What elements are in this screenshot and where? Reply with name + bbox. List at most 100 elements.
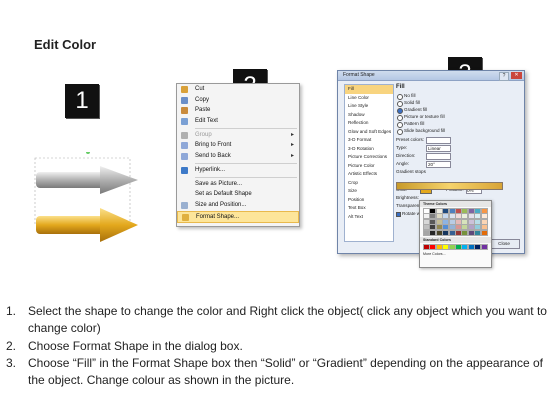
color-swatch[interactable] [461,213,469,220]
menu-item-paste[interactable]: Paste [177,105,299,116]
menu-item-send-to-back[interactable]: Send to Back ▸ [177,151,299,162]
color-swatch[interactable] [429,224,437,231]
color-swatch[interactable] [435,208,443,214]
color-swatch[interactable] [442,224,450,231]
menu-item-set-as-default-shape[interactable]: Set as Default Shape [177,189,299,200]
color-swatch[interactable] [461,243,469,250]
fill-option-pattern-fill[interactable]: Pattern fill [396,120,520,128]
category-text-box[interactable]: Text Box [345,204,393,213]
fill-option-slide-background-fill[interactable]: Slide background fill [396,127,520,135]
category-fill[interactable]: Fill [345,85,393,94]
field-input[interactable] [426,137,451,144]
color-swatch[interactable] [423,218,430,225]
category-3-d-format[interactable]: 3-D Format [345,136,393,145]
color-swatch[interactable] [461,229,469,236]
gray-arrow[interactable] [36,166,138,194]
menu-item-format-shape[interactable]: Format Shape... [177,210,299,224]
color-swatch[interactable] [423,208,430,214]
category-alt-text[interactable]: Alt Text [345,213,393,222]
color-swatch[interactable] [454,208,462,214]
color-swatch[interactable] [454,224,462,231]
color-swatch[interactable] [435,218,443,225]
color-swatch[interactable] [442,208,450,214]
color-swatch[interactable] [454,213,462,220]
gradient-bar[interactable] [396,182,503,190]
color-swatch[interactable] [429,229,437,236]
menu-item-edit-text[interactable]: Edit Text [177,116,299,127]
color-swatch[interactable] [474,218,482,225]
color-swatch[interactable] [461,208,469,214]
category-crop[interactable]: Crop [345,179,393,188]
menu-item-size-and-position[interactable]: Size and Position... [177,200,299,211]
rotate-handle[interactable] [86,152,90,154]
help-button[interactable]: ? [499,72,509,81]
color-swatch[interactable] [461,224,469,231]
color-swatch[interactable] [435,224,443,231]
color-swatch[interactable] [467,243,475,250]
category-shadow[interactable]: Shadow [345,111,393,120]
color-swatch[interactable] [454,243,462,250]
category-picture-corrections[interactable]: Picture Corrections [345,153,393,162]
category-line-color[interactable]: Line Color [345,94,393,103]
fill-option-gradient-fill[interactable]: Gradient fill [396,106,520,114]
color-swatch[interactable] [480,224,488,231]
color-swatch[interactable] [448,208,456,214]
category-picture-color[interactable]: Picture Color [345,162,393,171]
category-3-d-rotation[interactable]: 3-D Rotation [345,145,393,154]
color-swatch[interactable] [448,218,456,225]
dialog-close-button[interactable]: Close [488,239,520,249]
fill-option-picture-or-texture-fill[interactable]: Picture or texture fill [396,113,520,121]
color-swatch[interactable] [435,229,443,236]
menu-item-hyperlink[interactable]: Hyperlink... [177,165,299,176]
color-swatch[interactable] [480,218,488,225]
color-swatch[interactable] [435,213,443,220]
color-swatch[interactable] [461,218,469,225]
field-input[interactable] [426,153,451,160]
color-swatch[interactable] [423,229,430,236]
menu-item-cut[interactable]: Cut [177,84,299,95]
menu-item-save-as-picture[interactable]: Save as Picture... [177,179,299,190]
color-swatch[interactable] [448,224,456,231]
color-swatch[interactable] [480,243,488,250]
color-swatch[interactable] [480,213,488,220]
color-swatch[interactable] [474,208,482,214]
category-position[interactable]: Position [345,196,393,205]
color-swatch[interactable] [435,243,443,250]
color-swatch[interactable] [467,229,475,236]
color-swatch[interactable] [429,208,437,214]
category-reflection[interactable]: Reflection [345,119,393,128]
fill-option-solid-fill[interactable]: Solid fill [396,99,520,107]
color-swatch[interactable] [442,213,450,220]
color-swatch[interactable] [474,243,482,250]
color-swatch[interactable] [423,224,430,231]
color-swatch[interactable] [442,218,450,225]
fill-option-no-fill[interactable]: No fill [396,92,520,100]
menu-item-copy[interactable]: Copy [177,95,299,106]
field-input[interactable]: 20° [426,161,451,168]
color-swatch[interactable] [442,243,450,250]
color-swatch[interactable] [454,218,462,225]
color-swatch[interactable] [442,229,450,236]
field-input[interactable]: Linear [426,145,451,152]
category-size[interactable]: Size [345,187,393,196]
color-swatch[interactable] [448,243,456,250]
color-swatch[interactable] [467,218,475,225]
color-swatch[interactable] [474,224,482,231]
menu-item-group[interactable]: Group ▸ [177,130,299,141]
color-swatch[interactable] [429,218,437,225]
color-swatch[interactable] [480,208,488,214]
color-swatch[interactable] [423,243,430,250]
category-glow-and-soft-edges[interactable]: Glow and Soft Edges [345,128,393,137]
color-swatch[interactable] [467,213,475,220]
color-swatch[interactable] [423,213,430,220]
color-swatch[interactable] [467,224,475,231]
color-swatch[interactable] [474,213,482,220]
color-swatch[interactable] [474,229,482,236]
color-swatch[interactable] [454,229,462,236]
menu-item-bring-to-front[interactable]: Bring to Front ▸ [177,140,299,151]
color-swatch[interactable] [448,213,456,220]
color-swatch[interactable] [429,213,437,220]
color-swatch[interactable] [480,229,488,236]
close-x-button[interactable]: ✕ [511,72,522,79]
more-colors-link[interactable]: More Colors... [420,251,491,257]
